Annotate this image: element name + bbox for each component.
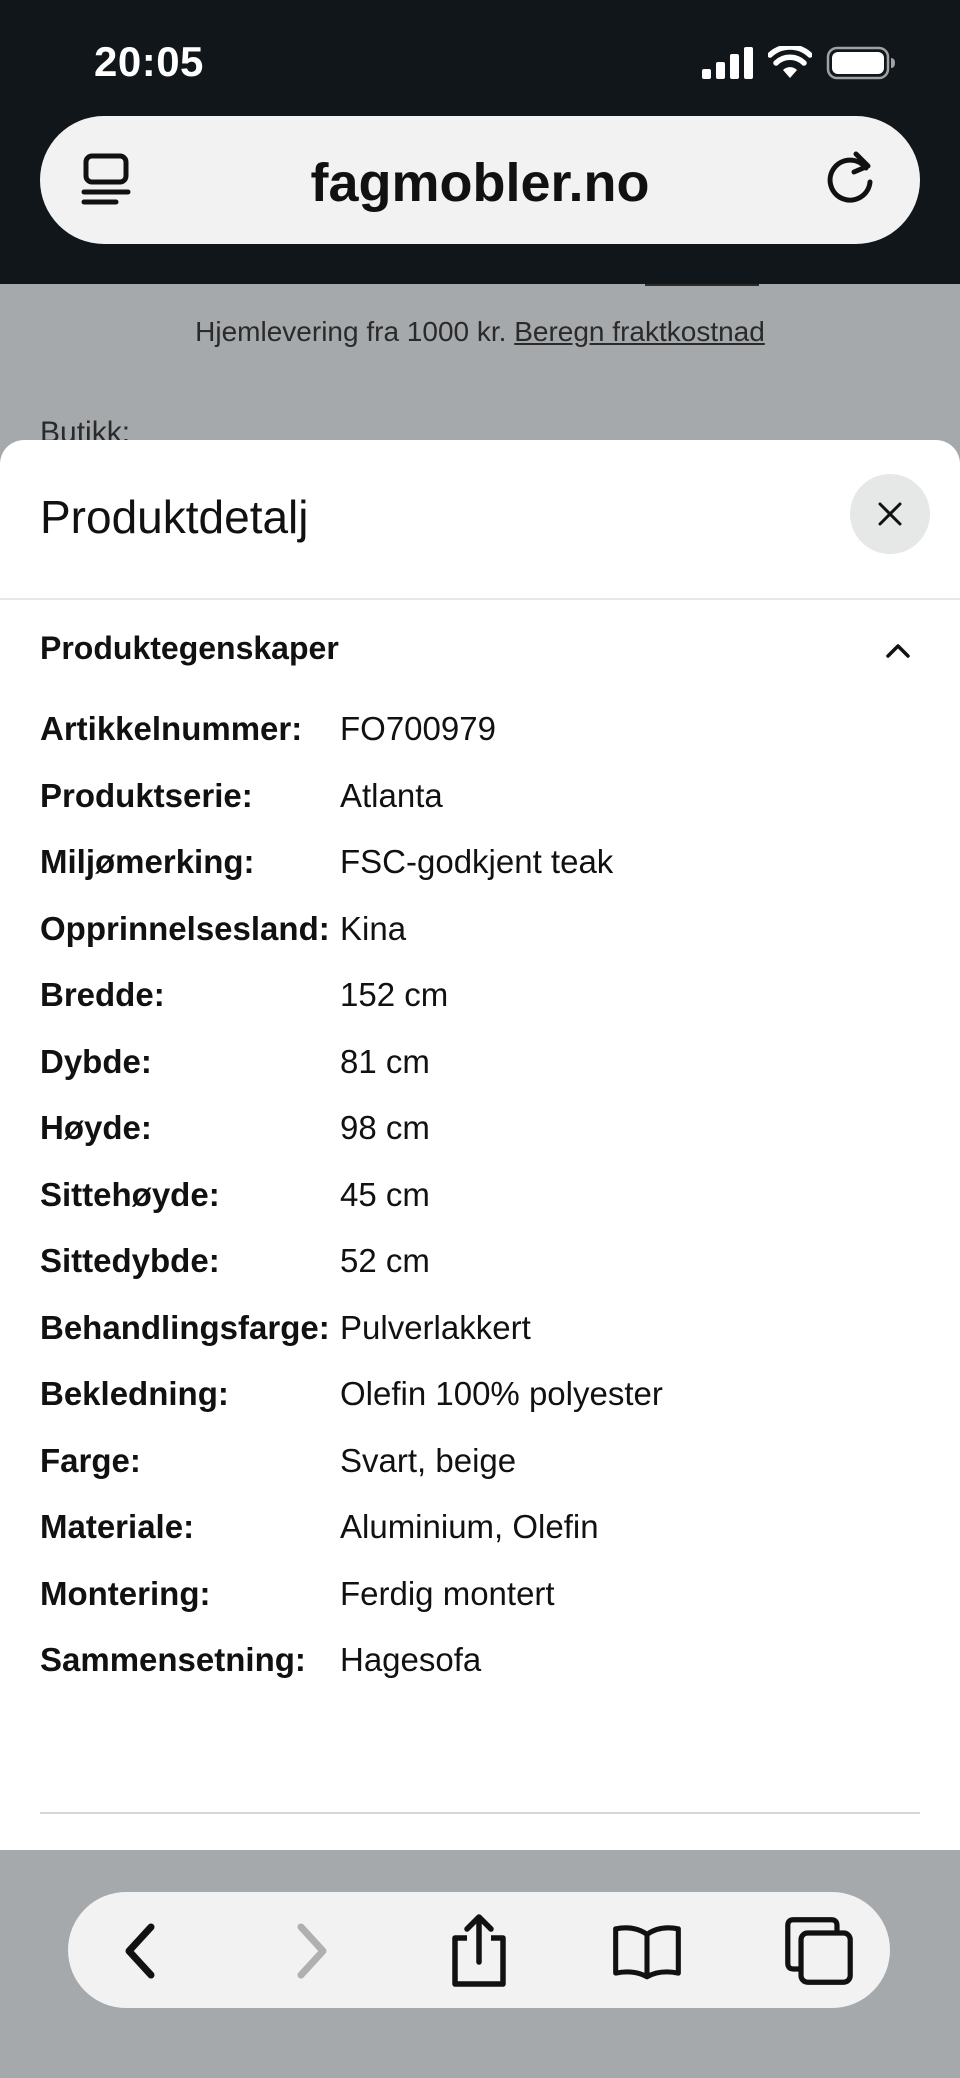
property-label: Sittedybde:: [40, 1242, 220, 1279]
property-label: Dybde:: [40, 1042, 152, 1080]
property-row: Sittehøyde: 45 cm: [40, 1176, 920, 1243]
property-row: Opprinnelsesland: Kina: [40, 910, 920, 977]
property-label: Sittehøyde:: [40, 1175, 220, 1213]
product-detail-sheet: Produktdetalj Produktegenskaper Artikkel…: [0, 440, 960, 1850]
property-row: Sammensetning: Hagesofa: [40, 1641, 920, 1708]
property-label: Bekledning:: [40, 1375, 229, 1412]
property-value: Aluminium, Olefin: [340, 1508, 599, 1545]
back-button[interactable]: [106, 1916, 176, 1986]
bookmarks-button[interactable]: [612, 1916, 682, 1986]
property-label: Miljømerking:: [40, 843, 255, 880]
property-value: Kina: [340, 909, 407, 947]
status-bar: 20:05: [0, 0, 960, 115]
page-divider: [645, 284, 759, 286]
property-label: Sammensetning:: [40, 1641, 306, 1678]
close-button[interactable]: [850, 474, 930, 554]
property-label: Bredde:: [40, 976, 165, 1013]
property-value: 98 cm: [340, 1109, 430, 1146]
property-row: Farge: Svart, beige: [40, 1442, 920, 1509]
sheet-divider: [40, 1812, 920, 1814]
close-icon: [878, 502, 902, 526]
property-label: Høyde:: [40, 1109, 152, 1146]
shipping-cost-link[interactable]: Beregn fraktkostnad: [514, 316, 765, 347]
property-label: Opprinnelsesland:: [40, 909, 330, 947]
tabs-button[interactable]: [784, 1916, 854, 1986]
property-value: 45 cm: [340, 1175, 430, 1213]
property-row: Bredde: 152 cm: [40, 976, 920, 1043]
property-label: Farge:: [40, 1441, 141, 1479]
status-time: 20:05: [94, 38, 204, 85]
address-bar[interactable]: fagmobler.no: [40, 116, 920, 244]
signal-icon: [702, 47, 753, 79]
forward-button[interactable]: [276, 1916, 346, 1986]
property-value: Pulverlakkert: [340, 1308, 531, 1346]
property-label: Montering:: [40, 1574, 211, 1612]
delivery-text: Hjemlevering fra 1000 kr.: [195, 316, 507, 347]
property-label: Behandlingsfarge:: [40, 1308, 330, 1346]
property-value: Svart, beige: [340, 1441, 517, 1479]
status-icons: [702, 46, 896, 80]
property-value: 152 cm: [340, 976, 449, 1013]
property-value: FO700979: [340, 710, 496, 747]
property-value: Ferdig montert: [340, 1574, 555, 1612]
product-properties-accordion[interactable]: Produktegenskaper: [40, 622, 920, 682]
property-value: FSC-godkjent teak: [340, 843, 614, 880]
property-row: Montering: Ferdig montert: [40, 1575, 920, 1642]
battery-icon: [826, 46, 895, 80]
property-row: Bekledning: Olefin 100% polyester: [40, 1375, 920, 1442]
section-title: Produktegenskaper: [40, 630, 339, 666]
bookmarks-icon: [613, 1925, 681, 1980]
property-label: Produktserie:: [40, 776, 253, 814]
property-label: Materiale:: [40, 1508, 195, 1545]
property-value: 81 cm: [340, 1042, 430, 1080]
property-row: Miljømerking: FSC-godkjent teak: [40, 843, 920, 910]
share-button[interactable]: [444, 1914, 514, 1987]
chevron-up-icon: [886, 644, 910, 658]
url-text[interactable]: fagmobler.no: [40, 152, 920, 214]
property-row: Materiale: Aluminium, Olefin: [40, 1508, 920, 1575]
property-value: Atlanta: [340, 776, 443, 814]
property-value: 52 cm: [340, 1242, 430, 1279]
back-icon: [125, 1923, 155, 1979]
property-row: Høyde: 98 cm: [40, 1109, 920, 1176]
browser-top-chrome: 20:05 fagmobler.no: [0, 0, 960, 284]
reload-icon[interactable]: [822, 146, 882, 210]
property-value: Hagesofa: [340, 1641, 482, 1678]
browser-toolbar: [68, 1892, 890, 2008]
property-row: Artikkelnummer: FO700979: [40, 710, 920, 777]
property-row: Behandlingsfarge: Pulverlakkert: [40, 1309, 920, 1376]
sheet-title: Produktdetalj: [40, 491, 309, 543]
tabs-icon: [785, 1917, 853, 1985]
page-background: Hjemlevering fra 1000 kr. Beregn fraktko…: [0, 284, 960, 449]
property-list: Artikkelnummer: FO700979 Produktserie: A…: [40, 710, 920, 1708]
delivery-info: Hjemlevering fra 1000 kr. Beregn fraktko…: [0, 316, 960, 348]
property-row: Dybde: 81 cm: [40, 1043, 920, 1110]
property-row: Sittedybde: 52 cm: [40, 1242, 920, 1309]
property-label: Artikkelnummer:: [40, 710, 303, 747]
sheet-header: Produktdetalj: [0, 440, 960, 600]
share-icon: [452, 1914, 506, 1987]
forward-icon: [297, 1923, 327, 1979]
wifi-icon: [768, 46, 812, 78]
property-row: Produktserie: Atlanta: [40, 777, 920, 844]
property-value: Olefin 100% polyester: [340, 1375, 663, 1412]
